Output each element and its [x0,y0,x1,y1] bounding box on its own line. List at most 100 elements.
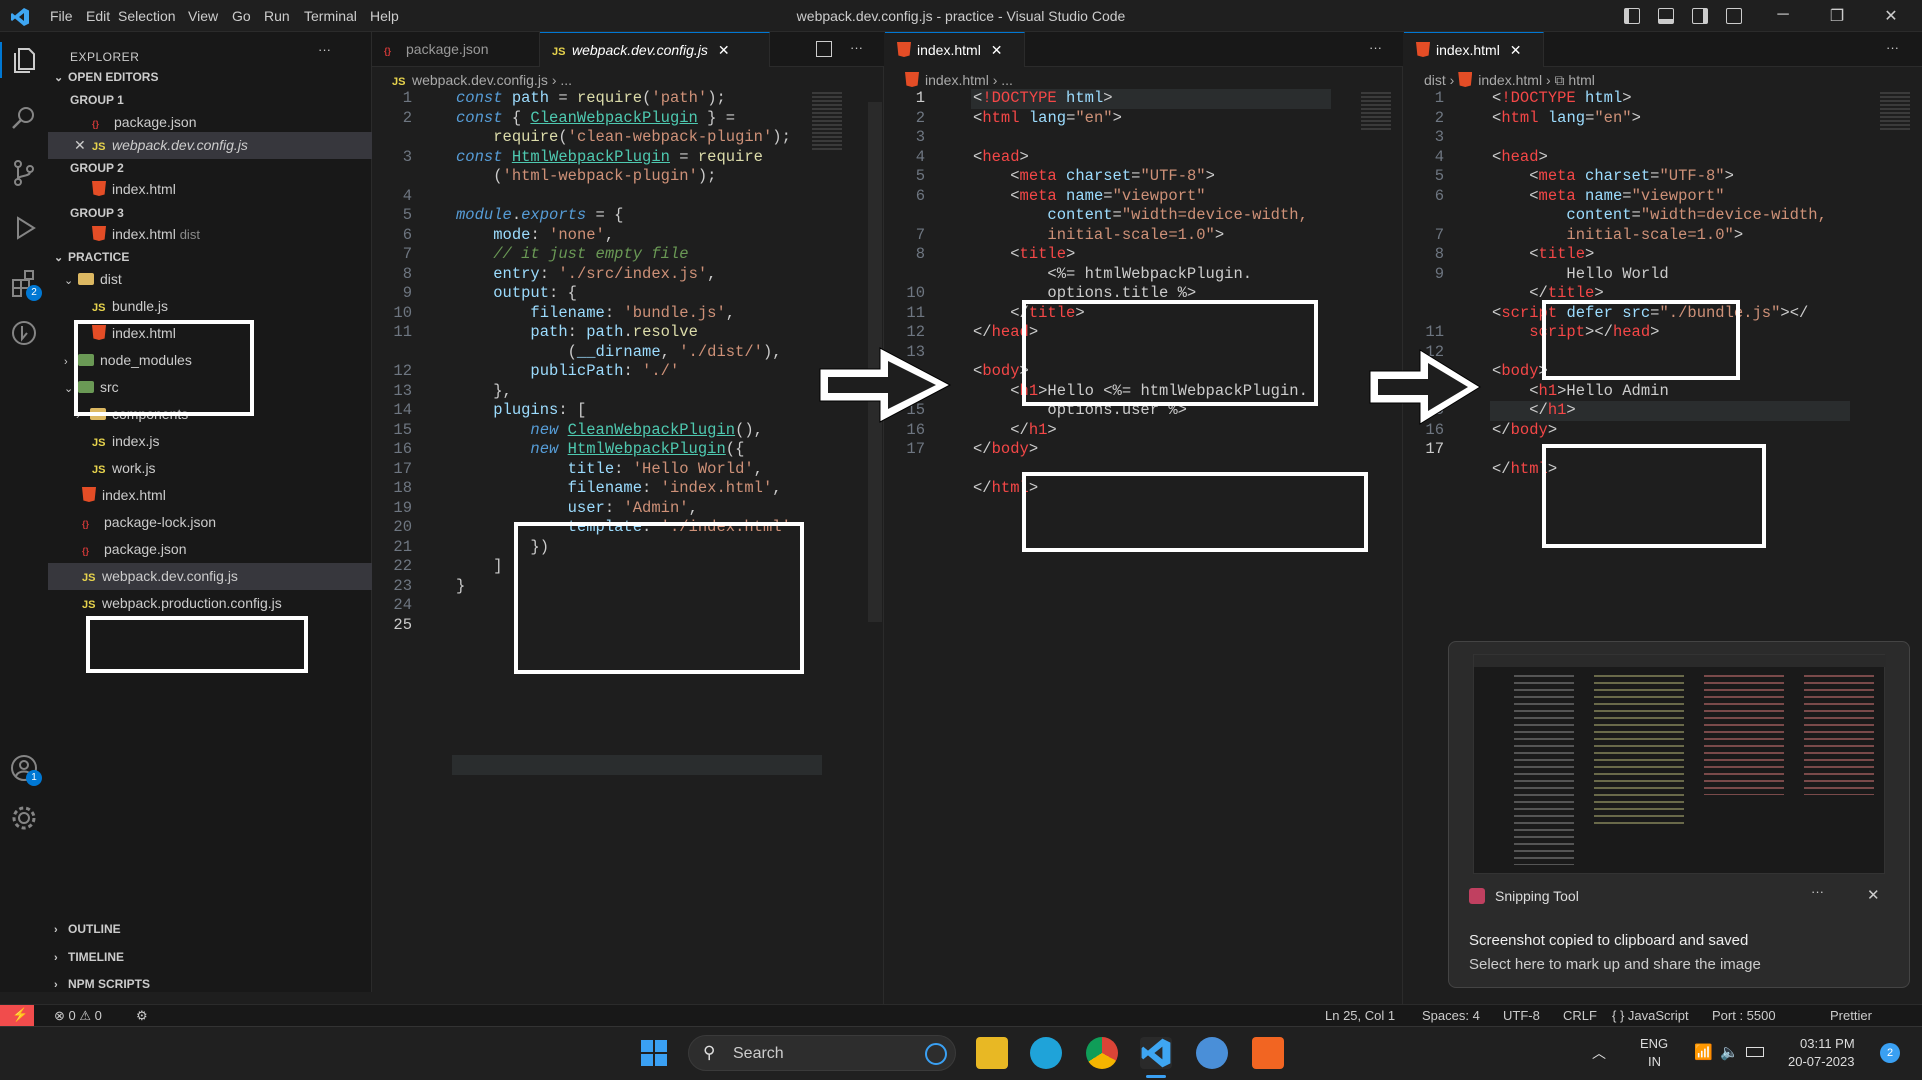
timeline-section[interactable]: › TIMELINE [54,946,124,968]
breadcrumb-item[interactable]: index.html [1478,72,1542,88]
code-content[interactable]: <!DOCTYPE html> <html lang="en"> <head> … [1492,89,1827,479]
chrome-icon[interactable] [1086,1037,1118,1069]
breadcrumb-item[interactable]: index.html [925,72,989,88]
tab-package-json[interactable]: {} package.json [372,32,540,67]
more-actions-icon[interactable]: ··· [1886,40,1899,55]
search-icon[interactable] [8,102,40,134]
more-actions-icon[interactable]: ··· [318,42,331,57]
tab-index-html[interactable]: index.html ✕ [885,32,1025,67]
more-actions-icon[interactable]: ··· [1811,884,1824,899]
close-icon[interactable]: ✕ [991,42,1003,58]
breadcrumb-item[interactable]: ... [1001,72,1013,88]
line-number: 8 [402,264,412,283]
breadcrumb-item[interactable]: dist [1424,72,1446,88]
vscode-taskbar-icon[interactable] [1140,1037,1172,1069]
menu-run[interactable]: Run [258,0,296,32]
battery-icon[interactable] [1746,1047,1764,1057]
file-name: webpack.dev.config.js [102,568,238,584]
edge-icon[interactable] [1030,1037,1062,1069]
close-icon[interactable]: ✕ [718,42,730,58]
more-actions-icon[interactable]: ··· [1369,40,1382,55]
taskbar-search[interactable]: ⚲ Search [688,1035,956,1071]
outline-section[interactable]: › OUTLINE [54,918,121,940]
debug-icon[interactable]: ⚙ [136,1008,148,1024]
errors-status[interactable]: ⊗ 0 ⚠ 0 [54,1008,102,1024]
tree-file-package-lock[interactable]: {} package-lock.json [48,509,372,536]
run-debug-icon[interactable] [8,212,40,244]
line-number: 21 [393,537,412,556]
highlight-box-body-output [1542,444,1766,548]
minimap[interactable] [1880,92,1910,132]
thumbnail-editor [1804,675,1874,795]
language-mode[interactable]: { } JavaScript [1612,1008,1689,1023]
chevron-up-icon[interactable]: ︿ [1592,1043,1606,1063]
snipping-tool-notification[interactable]: Snipping Tool ··· ✕ Screenshot copied to… [1448,641,1910,988]
close-window-icon[interactable]: ✕ [1876,6,1906,26]
open-editors-section[interactable]: ⌄ OPEN EDITORS [54,66,158,88]
tree-file-webpack-production-config[interactable]: JS webpack.production.config.js [48,590,372,617]
tree-file-index-html[interactable]: index.html [48,482,372,509]
breadcrumb: index.html › ... [905,69,1013,91]
xampp-icon[interactable] [1252,1037,1284,1069]
close-icon[interactable]: ✕ [74,132,92,159]
tree-file-package-json[interactable]: {} package.json [48,536,372,563]
cursor-position[interactable]: Ln 25, Col 1 [1325,1008,1395,1023]
restore-icon[interactable]: ❐ [1822,6,1852,26]
source-control-icon[interactable] [8,157,40,189]
file-name: bundle.js [112,298,169,314]
menu-file[interactable]: File [44,0,79,32]
notification-badge[interactable]: 2 [1880,1043,1900,1063]
explorer-icon[interactable] [8,44,40,76]
customize-layout-icon[interactable] [1726,8,1742,24]
minimap[interactable] [812,92,842,152]
project-section[interactable]: ⌄ PRACTICE [54,246,129,268]
open-editor-webpack-dev-config[interactable]: ✕ JS webpack.dev.config.js [48,132,372,159]
tree-file-index-js[interactable]: JS index.js [48,428,372,455]
line-number: 7 [915,225,925,244]
menu-terminal[interactable]: Terminal [298,0,363,32]
tree-file-work-js[interactable]: JS work.js [48,455,372,482]
tab-dist-index-html[interactable]: index.html ✕ [1404,32,1544,67]
close-icon[interactable]: ✕ [1867,886,1880,904]
minimize-icon[interactable]: ─ [1768,6,1798,24]
live-server-port[interactable]: Port : 5500 [1712,1008,1776,1023]
menu-view[interactable]: View [182,0,224,32]
menu-go[interactable]: Go [226,0,257,32]
prettier-status[interactable]: Prettier [1830,1008,1872,1023]
remote-explorer-icon[interactable] [8,317,40,349]
menu-selection[interactable]: Selection [112,0,182,32]
end-of-line[interactable]: CRLF [1563,1008,1597,1023]
close-icon[interactable]: ✕ [1510,42,1522,58]
screenshot-thumbnail[interactable] [1473,654,1886,874]
toggle-secondary-sidebar-icon[interactable] [1692,8,1708,24]
file-explorer-icon[interactable] [976,1037,1008,1069]
code-content[interactable]: <!DOCTYPE html> <html lang="en"> <head> … [973,89,1308,499]
breadcrumb-item[interactable]: ... [560,72,572,88]
tab-webpack-dev-config[interactable]: JS webpack.dev.config.js ✕ [540,32,770,67]
tree-file-bundle-js[interactable]: JS bundle.js [48,293,372,320]
paint-icon[interactable] [1196,1037,1228,1069]
open-editor-index-html[interactable]: index.html [48,176,372,203]
tree-folder-dist[interactable]: ⌄ dist [48,266,372,293]
menu-edit[interactable]: Edit [80,0,116,32]
minimap[interactable] [1361,92,1391,132]
menu-help[interactable]: Help [364,0,405,32]
volume-icon[interactable]: 🔈 [1720,1043,1739,1061]
clock-time[interactable]: 03:11 PM [1800,1036,1855,1051]
breadcrumb-item[interactable]: webpack.dev.config.js [412,72,548,88]
breadcrumb-item[interactable]: html [1568,72,1594,88]
indentation[interactable]: Spaces: 4 [1422,1008,1480,1023]
tree-file-webpack-dev-config[interactable]: JS webpack.dev.config.js [48,563,372,590]
split-editor-icon[interactable] [816,41,832,57]
toggle-sidebar-icon[interactable] [1624,8,1640,24]
settings-gear-icon[interactable] [8,802,40,834]
remote-indicator[interactable]: ⚡ [0,1005,34,1027]
windows-start-icon[interactable] [638,1037,670,1069]
more-actions-icon[interactable]: ··· [850,40,863,55]
toggle-panel-icon[interactable] [1658,8,1674,24]
wifi-icon[interactable]: 📶 [1694,1043,1713,1061]
open-editor-dist-index-html[interactable]: index.html dist [48,221,372,248]
encoding[interactable]: UTF-8 [1503,1008,1540,1023]
language-indicator[interactable]: ENG [1640,1036,1668,1051]
npm-scripts-section[interactable]: › NPM SCRIPTS [54,973,150,995]
